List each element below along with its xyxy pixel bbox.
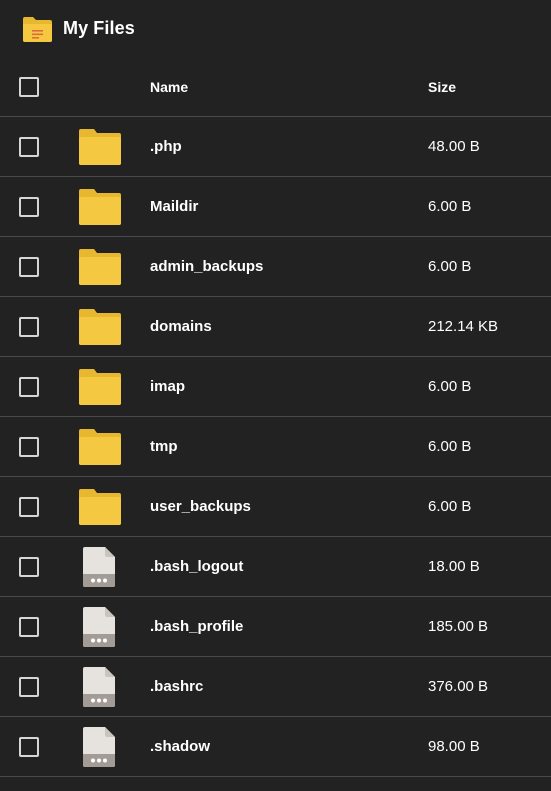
table-row[interactable]: .bash_logout 18.00 B bbox=[0, 537, 551, 597]
row-checkbox[interactable] bbox=[19, 676, 39, 697]
file-icon bbox=[83, 726, 115, 767]
file-name[interactable]: user_backups bbox=[150, 498, 428, 515]
file-size: 6.00 B bbox=[428, 438, 472, 455]
file-name[interactable]: .bash_profile bbox=[150, 618, 428, 635]
table-row[interactable]: tmp 6.00 B bbox=[0, 417, 551, 477]
file-name[interactable]: tmp bbox=[150, 438, 428, 455]
folder-icon bbox=[22, 15, 53, 43]
file-name[interactable]: .shadow bbox=[150, 738, 428, 755]
folder-icon bbox=[79, 308, 121, 346]
file-icon bbox=[83, 666, 115, 707]
select-all-checkbox[interactable] bbox=[19, 76, 39, 97]
row-checkbox[interactable] bbox=[19, 496, 39, 517]
row-checkbox[interactable] bbox=[19, 376, 39, 397]
file-icon bbox=[83, 606, 115, 647]
table-row[interactable]: domains 212.14 KB bbox=[0, 297, 551, 357]
file-size: 6.00 B bbox=[428, 498, 472, 515]
file-list: .php 48.00 B Maildir 6.00 B admin_backups 6… bbox=[0, 117, 551, 777]
file-name[interactable]: domains bbox=[150, 318, 428, 335]
table-row[interactable]: .bashrc 376.00 B bbox=[0, 657, 551, 717]
file-size: 6.00 B bbox=[428, 378, 472, 395]
file-size: 48.00 B bbox=[428, 138, 480, 155]
row-checkbox[interactable] bbox=[19, 736, 39, 757]
table-row[interactable]: user_backups 6.00 B bbox=[0, 477, 551, 537]
table-row[interactable]: .shadow 98.00 B bbox=[0, 717, 551, 777]
file-size: 6.00 B bbox=[428, 198, 472, 215]
row-checkbox[interactable] bbox=[19, 196, 39, 217]
row-checkbox[interactable] bbox=[19, 616, 39, 637]
file-name[interactable]: Maildir bbox=[150, 198, 428, 215]
file-name[interactable]: .bashrc bbox=[150, 678, 428, 695]
column-header-size[interactable]: Size bbox=[428, 79, 551, 95]
file-size: 18.00 B bbox=[428, 558, 480, 575]
file-name[interactable]: imap bbox=[150, 378, 428, 395]
column-header-name[interactable]: Name bbox=[150, 79, 428, 95]
file-name[interactable]: .bash_logout bbox=[150, 558, 428, 575]
file-icon bbox=[83, 546, 115, 587]
file-name[interactable]: .php bbox=[150, 138, 428, 155]
folder-icon bbox=[79, 428, 121, 466]
table-row[interactable]: imap 6.00 B bbox=[0, 357, 551, 417]
row-checkbox[interactable] bbox=[19, 316, 39, 337]
table-row[interactable]: .php 48.00 B bbox=[0, 117, 551, 177]
row-checkbox[interactable] bbox=[19, 256, 39, 277]
page-title: My Files bbox=[63, 18, 135, 38]
page-header: My Files bbox=[0, 0, 551, 57]
folder-icon bbox=[79, 188, 121, 226]
folder-icon bbox=[79, 488, 121, 526]
table-header: Name Size bbox=[0, 57, 551, 117]
row-checkbox[interactable] bbox=[19, 436, 39, 457]
file-size: 376.00 B bbox=[428, 678, 489, 695]
file-size: 98.00 B bbox=[428, 738, 480, 755]
folder-icon bbox=[79, 248, 121, 286]
table-row[interactable]: admin_backups 6.00 B bbox=[0, 237, 551, 297]
file-name[interactable]: admin_backups bbox=[150, 258, 428, 275]
row-checkbox[interactable] bbox=[19, 556, 39, 577]
table-row[interactable]: Maildir 6.00 B bbox=[0, 177, 551, 237]
file-size: 6.00 B bbox=[428, 258, 472, 275]
table-row[interactable]: .bash_profile 185.00 B bbox=[0, 597, 551, 657]
file-size: 212.14 KB bbox=[428, 318, 499, 335]
file-size: 185.00 B bbox=[428, 618, 489, 635]
folder-icon bbox=[79, 368, 121, 406]
row-checkbox[interactable] bbox=[19, 136, 39, 157]
folder-icon bbox=[79, 128, 121, 166]
